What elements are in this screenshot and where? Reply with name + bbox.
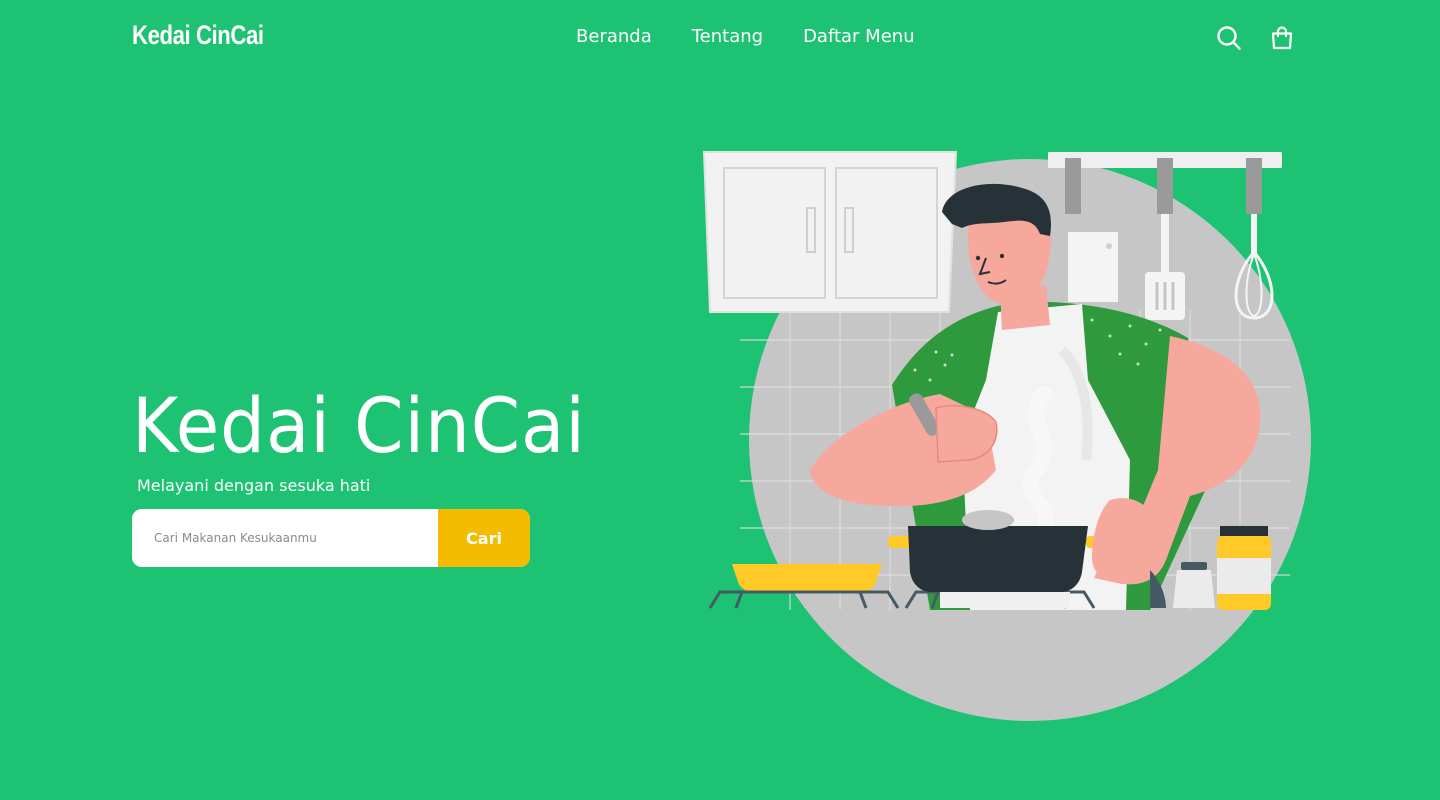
hero-subtitle: Melayani dengan sesuka hati xyxy=(137,476,371,495)
brand-logo[interactable]: Kedai CinCai xyxy=(132,20,264,51)
search-icon[interactable] xyxy=(1216,25,1242,51)
shopping-bag-icon-graphic xyxy=(1271,26,1293,50)
search-button[interactable]: Cari xyxy=(438,509,530,567)
nav-link-daftar-menu[interactable]: Daftar Menu xyxy=(803,26,915,47)
hero-title: Kedai CinCai xyxy=(132,381,586,470)
search-input[interactable] xyxy=(132,509,438,567)
illustration-graphic xyxy=(702,151,1311,721)
nav-link-tentang[interactable]: Tentang xyxy=(692,26,763,47)
search-icon-graphic xyxy=(1217,26,1241,50)
search-form: Cari xyxy=(132,509,530,567)
navbar: Kedai CinCai Beranda Tentang Daftar Menu xyxy=(0,0,1440,76)
chef-cooking-illustration xyxy=(690,140,1330,740)
shopping-bag-icon[interactable] xyxy=(1269,25,1295,51)
nav-link-beranda[interactable]: Beranda xyxy=(576,26,652,47)
main-nav: Beranda Tentang Daftar Menu xyxy=(576,26,915,47)
